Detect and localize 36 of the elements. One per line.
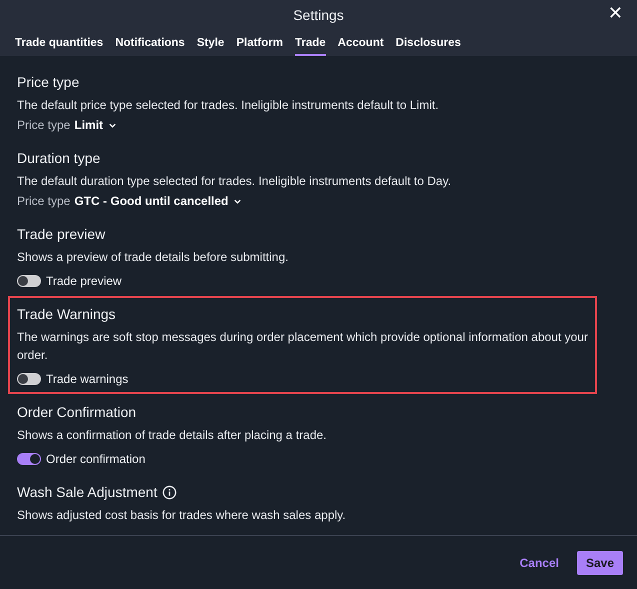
toggle-label: Trade warnings: [46, 372, 128, 386]
dropdown[interactable]: Limit: [74, 118, 118, 132]
tab[interactable]: Account: [338, 30, 384, 56]
toggle-label: Trade preview: [46, 274, 122, 288]
tab[interactable]: Platform: [236, 30, 283, 56]
window-title: Settings: [293, 7, 344, 23]
section-description: The default duration type selected for trades. Ineligible instruments default to Day.: [17, 173, 452, 190]
tab[interactable]: Disclosures: [396, 30, 461, 56]
section-title: Wash Sale Adjustment: [17, 484, 158, 500]
save-button[interactable]: Save: [576, 550, 623, 574]
section-description: Shows a preview of trade details before submitting.: [17, 249, 290, 266]
dropdown[interactable]: GTC - Good until cancelled: [74, 194, 242, 208]
tab[interactable]: Trade quantities: [15, 30, 104, 56]
tab[interactable]: Style: [196, 30, 224, 56]
toggle-switch[interactable]: [17, 453, 41, 465]
close-button[interactable]: ✕: [608, 3, 623, 24]
toggle-switch[interactable]: [17, 373, 41, 385]
section-title: Trade Warnings: [17, 306, 116, 322]
section-title: Order Confirmation: [17, 404, 136, 420]
section-title: Trade preview: [17, 226, 106, 242]
toggle-switch[interactable]: [17, 275, 41, 287]
caret-icon: [108, 120, 118, 130]
cancel-button[interactable]: Cancel: [520, 556, 559, 570]
section-description: Shows adjusted cost basis for trades where wash sales apply.: [17, 507, 347, 524]
section-title: Price type: [17, 74, 80, 90]
caret-icon: [233, 196, 242, 206]
section-description: The default price type selected for trades. Ineligible instruments default to Limit.: [17, 97, 440, 114]
section-title: Duration type: [17, 150, 100, 166]
section-description: The warnings are soft stop messages during order placement which provide optional information about your order.: [17, 329, 588, 364]
tab[interactable]: Trade: [294, 30, 326, 56]
field-label: Price type: [17, 118, 70, 132]
section-description: Shows a confirmation of trade details after placing a trade.: [17, 427, 328, 444]
tab[interactable]: Notifications: [115, 30, 185, 56]
info-icon[interactable]: [162, 484, 178, 500]
toggle-label: Order confirmation: [46, 452, 146, 466]
field-label: Price type: [17, 194, 70, 208]
